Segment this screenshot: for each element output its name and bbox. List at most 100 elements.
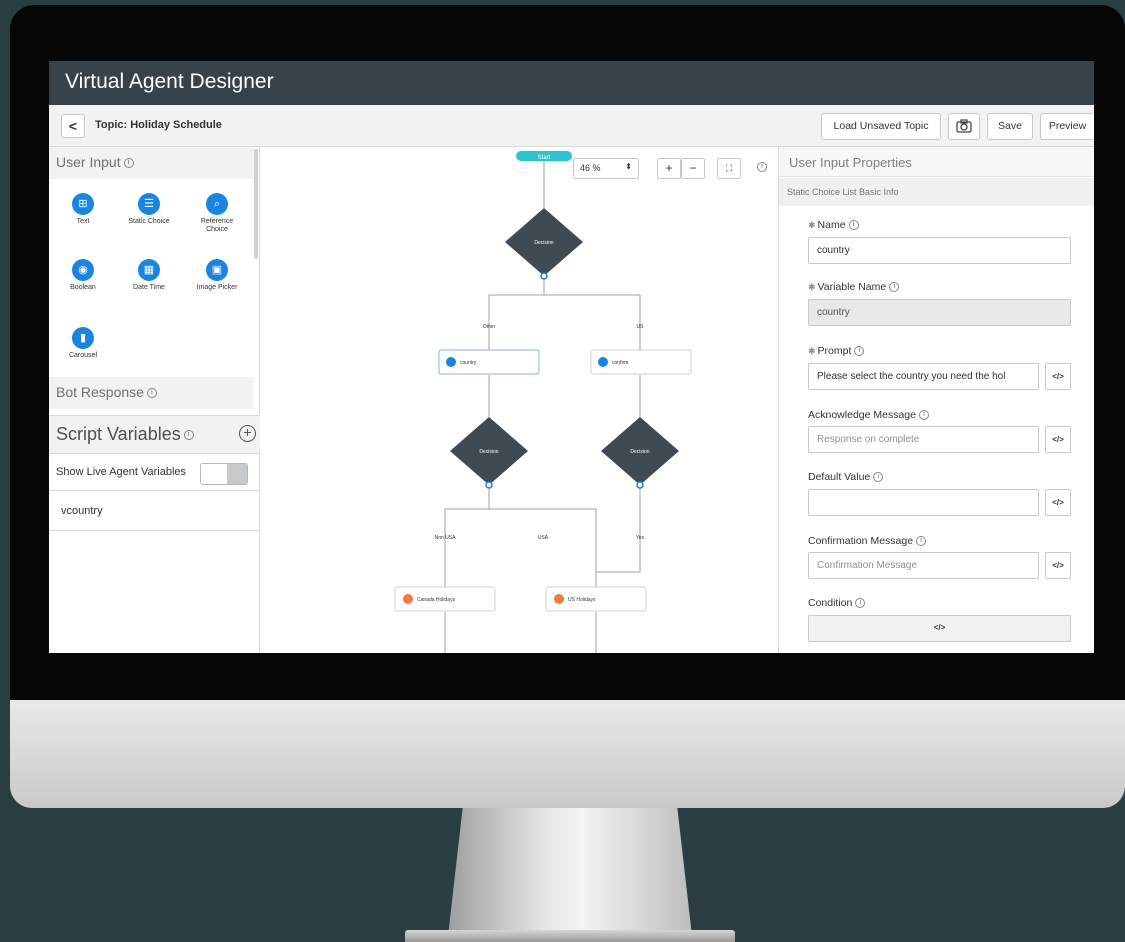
acknowledge-message-field[interactable]: Response on complete	[808, 426, 1039, 453]
variable-item[interactable]: vcountry	[49, 491, 260, 531]
response-icon	[554, 594, 564, 604]
response-icon	[403, 594, 413, 604]
confirmation-script-button[interactable]: </>	[1045, 552, 1071, 579]
list-icon	[446, 357, 456, 367]
connector-dot[interactable]	[540, 272, 548, 280]
user-input-title: User Input	[56, 154, 121, 170]
tool-label: Text	[76, 218, 90, 225]
condition-label: Condition i	[808, 597, 866, 609]
back-button[interactable]: <	[61, 114, 85, 138]
edge-label-usa: USA	[538, 535, 549, 541]
load-unsaved-topic-button[interactable]: Load Unsaved Topic	[821, 113, 941, 140]
name-label: ✱ Name i	[808, 219, 859, 231]
search-icon: ⌕	[206, 193, 228, 215]
tool-date-time[interactable]: ▦ Date Time	[127, 259, 171, 292]
monitor-foot	[405, 930, 735, 942]
script-variables-title: Script Variables	[56, 424, 181, 444]
info-icon: i	[123, 158, 134, 169]
properties-section: Static Choice List Basic Info	[779, 178, 1094, 206]
script-variables-header: Script Variables i +	[49, 415, 260, 453]
boolean-icon: ◉	[72, 259, 94, 281]
toolbar: < Topic: Holiday Schedule Load Unsaved T…	[49, 105, 1094, 147]
acknowledge-message-label: Acknowledge Message i	[808, 409, 929, 421]
connector-dot[interactable]	[485, 481, 493, 489]
info-icon: i	[146, 388, 157, 399]
connector-dot[interactable]	[636, 481, 644, 489]
properties-panel: User Input Properties Static Choice List…	[778, 147, 1094, 653]
tool-image-picker[interactable]: ▣ Image Picker	[195, 259, 239, 292]
info-icon: i	[757, 162, 767, 172]
info-icon: i	[183, 430, 194, 441]
app-titlebar: Virtual Agent Designer	[49, 61, 1094, 105]
variable-name-label: ✱ Variable Name i	[808, 281, 900, 293]
default-value-script-button[interactable]: </>	[1045, 489, 1071, 516]
default-value-field[interactable]	[808, 489, 1039, 516]
snapshot-button[interactable]	[948, 113, 980, 140]
flow-diagram: Start Decision Other US country confirm …	[394, 151, 692, 653]
tool-text[interactable]: ⊞ Text	[61, 193, 105, 226]
live-agent-row: Show Live Agent Variables	[49, 453, 260, 491]
toggle-knob	[227, 464, 247, 484]
image-icon: ▣	[206, 259, 228, 281]
tool-carousel[interactable]: ▮ Carousel	[61, 327, 105, 360]
user-input-header[interactable]: User Input i	[49, 147, 254, 179]
zoom-select[interactable]: 46 % ⬍	[573, 158, 639, 179]
node-label: Canada Holidays	[417, 597, 456, 603]
carousel-icon: ▮	[72, 327, 94, 349]
zoom-value: 46 %	[580, 163, 601, 173]
decision-label: Decision	[479, 449, 498, 455]
add-variable-icon[interactable]: +	[239, 425, 256, 442]
app-screen: Virtual Agent Designer < Topic: Holiday …	[49, 61, 1094, 653]
camera-icon	[956, 119, 972, 133]
name-field[interactable]: country	[808, 237, 1071, 264]
default-value-label: Default Value i	[808, 471, 884, 483]
edge-label-other: Other	[483, 324, 496, 330]
confirmation-message-label: Confirmation Message i	[808, 535, 927, 547]
tool-reference-choice[interactable]: ⌕ Reference Choice	[195, 193, 239, 234]
tool-label: Static Choice	[128, 218, 170, 225]
live-agent-toggle[interactable]	[200, 463, 248, 485]
tool-label: Carousel	[68, 352, 97, 359]
tool-static-choice[interactable]: ☰ Static Choice	[127, 193, 171, 226]
zoom-in-button[interactable]: +	[657, 158, 681, 179]
zoom-out-button[interactable]: −	[681, 158, 705, 179]
list-icon	[598, 357, 608, 367]
topic-title: Topic: Holiday Schedule	[95, 119, 222, 131]
palette-scrollbar[interactable]	[254, 149, 258, 259]
start-label: Start	[538, 155, 551, 161]
node-palette: User Input i ⊞ Text ☰ Static Choice ⌕ Ref…	[49, 147, 260, 653]
confirmation-message-field[interactable]: Confirmation Message	[808, 552, 1039, 579]
save-button[interactable]: Save	[987, 113, 1033, 140]
decision-label: Decision	[534, 240, 553, 246]
calendar-icon: ▦	[138, 259, 160, 281]
monitor-stand	[448, 808, 692, 936]
app-title: Virtual Agent Designer	[65, 70, 274, 93]
properties-title: User Input Properties	[779, 147, 1094, 177]
node-label: confirm	[612, 360, 628, 366]
tool-label: Boolean	[70, 284, 96, 291]
node-label: country	[460, 360, 477, 366]
bot-response-title: Bot Response	[56, 384, 144, 400]
acknowledge-script-button[interactable]: </>	[1045, 426, 1071, 453]
flow-canvas[interactable]: Start Decision Other US country confirm …	[261, 147, 778, 653]
fit-to-screen-button[interactable]: ⛶	[717, 158, 741, 179]
preview-button[interactable]: Preview	[1040, 113, 1094, 140]
prompt-label: ✱ Prompt i	[808, 345, 865, 357]
live-agent-label: Show Live Agent Variables	[56, 466, 187, 478]
prompt-script-button[interactable]: </>	[1045, 363, 1071, 390]
edge-label-yes: Yes	[636, 535, 645, 541]
condition-script-button[interactable]: </>	[808, 615, 1071, 642]
prompt-field[interactable]: Please select the country you need the h…	[808, 363, 1039, 390]
variable-name-field[interactable]: country	[808, 299, 1071, 326]
text-input-icon: ⊞	[72, 193, 94, 215]
tool-label: Image Picker	[196, 284, 238, 291]
list-icon: ☰	[138, 193, 160, 215]
select-arrow-icon: ⬍	[625, 162, 632, 171]
tool-label: Reference Choice	[200, 218, 234, 233]
bot-response-header[interactable]: Bot Response i	[49, 377, 254, 409]
edge-label-non-usa: Non USA	[435, 535, 457, 541]
monitor-chin	[10, 700, 1125, 808]
tool-label: Date Time	[133, 284, 165, 291]
node-label: US Holidays	[568, 597, 596, 603]
tool-boolean[interactable]: ◉ Boolean	[61, 259, 105, 292]
